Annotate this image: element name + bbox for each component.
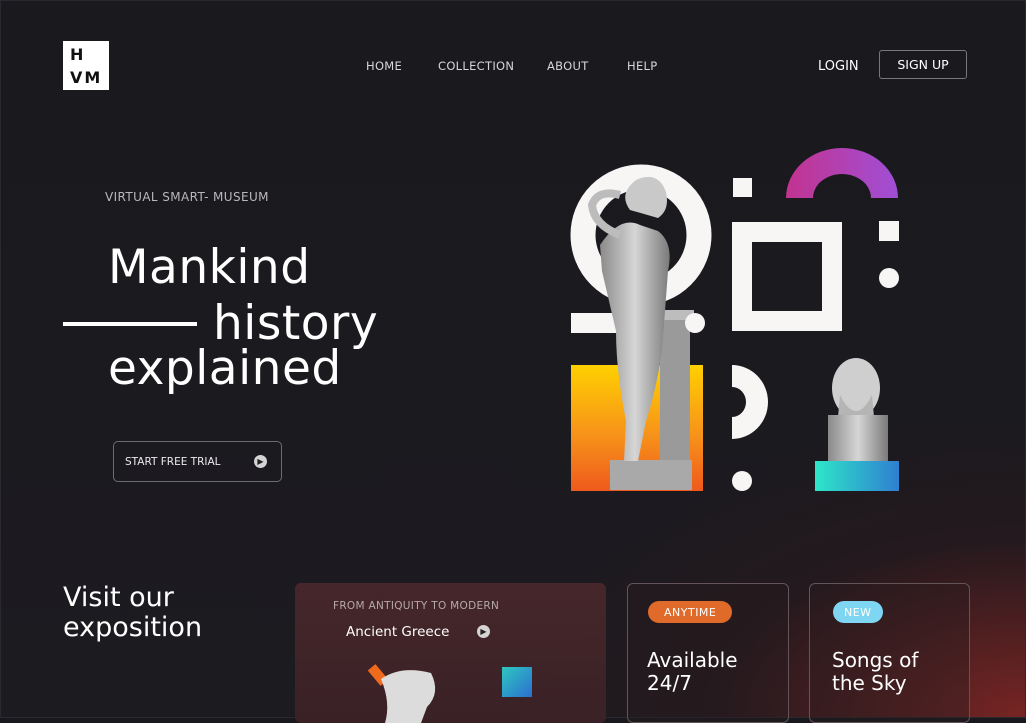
exposition-heading: Visit our exposition — [63, 583, 202, 643]
nav-home[interactable]: HOME — [366, 59, 402, 73]
arrow-right-icon: ▶ — [254, 455, 267, 468]
logo-line-2: VM — [70, 68, 103, 87]
half-circle-shape — [732, 365, 768, 439]
nav-about[interactable]: ABOUT — [547, 59, 589, 73]
card-new-title-line-1: Songs of — [832, 648, 919, 672]
signup-label: SIGN UP — [897, 57, 949, 72]
exposition-heading-line-2: exposition — [63, 612, 203, 643]
card-anytime-title-line-1: Available — [647, 648, 738, 672]
gradient-arc-shape — [786, 148, 898, 198]
hero-title-line-2: history — [213, 296, 379, 351]
nav-help[interactable]: HELP — [627, 59, 657, 73]
dot-shape — [685, 313, 705, 333]
card-new-title-line-2: the Sky — [832, 671, 907, 695]
right-dot-shape — [879, 268, 899, 288]
card-anytime[interactable]: ANYTIME Available 24/7 — [627, 583, 789, 723]
bust-image — [828, 358, 888, 461]
bottom-dot-shape — [732, 471, 752, 491]
hero-title-dash — [63, 322, 197, 326]
hero-eyebrow: VIRTUAL SMART- MUSEUM — [105, 190, 269, 204]
feature-card-title: Ancient Greece — [346, 624, 450, 640]
card-anytime-title: Available 24/7 — [647, 649, 738, 695]
feature-card-artwork — [367, 664, 532, 723]
hero-title-line-1: Mankind — [108, 240, 311, 295]
site-logo[interactable]: H VM — [63, 41, 109, 90]
teal-gradient-base — [815, 461, 899, 491]
right-square-shape — [879, 221, 899, 241]
small-square-shape — [733, 178, 752, 197]
feature-card-subtitle: FROM ANTIQUITY TO MODERN — [333, 600, 500, 612]
new-badge: NEW — [833, 601, 883, 623]
anytime-badge: ANYTIME — [648, 601, 733, 623]
start-free-trial-button[interactable]: START FREE TRIAL ▶ — [113, 441, 282, 482]
arrow-right-icon[interactable]: ▶ — [477, 625, 490, 638]
hero-title-line-3: explained — [108, 341, 342, 396]
cta-label: START FREE TRIAL — [125, 455, 221, 468]
card-new-title: Songs of the Sky — [832, 649, 918, 695]
login-link[interactable]: LOGIN — [818, 59, 859, 74]
square-outline-shape — [732, 222, 842, 331]
hero-artwork — [570, 148, 899, 491]
card-anytime-title-line-2: 24/7 — [647, 671, 692, 695]
signup-button[interactable]: SIGN UP — [879, 50, 967, 79]
logo-line-1: H — [70, 45, 87, 64]
exposition-heading-line-1: Visit our — [63, 582, 174, 613]
nav-collection[interactable]: COLLECTION — [438, 59, 514, 73]
card-new[interactable]: NEW Songs of the Sky — [809, 583, 970, 723]
feature-card-ancient-greece[interactable]: FROM ANTIQUITY TO MODERN Ancient Greece … — [295, 583, 606, 723]
